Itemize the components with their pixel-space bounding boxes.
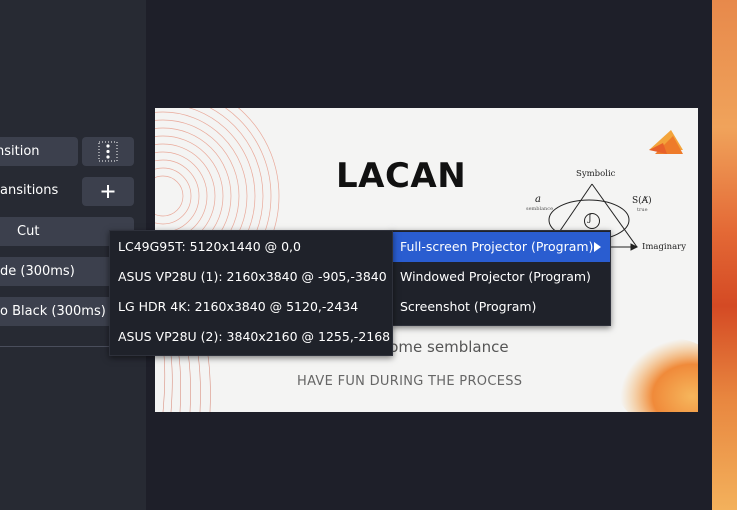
imaginary-label: Imaginary [642,242,687,252]
s-barred-a-label: S(A̸) [632,196,652,206]
monitor-menu-item[interactable]: LG HDR 4K: 2160x3840 @ 5120,-2434 [110,292,392,322]
slide-footer: HAVE FUN DURING THE PROCESS [297,374,523,389]
screenshot-label: Screenshot (Program) [400,299,537,314]
fullscreen-projector-label: Full-screen Projector (Program) [400,239,594,254]
plus-icon [101,185,115,198]
monitor-label: ASUS VP28U (2): 3840x2160 @ 1255,-2168 [118,329,391,344]
submenu-arrow-icon [594,242,601,252]
add-transition-plus-button[interactable] [82,177,134,206]
monitor-label: ASUS VP28U (1): 2160x3840 @ -905,-3840 [118,269,387,284]
screenshot-menu-item[interactable]: Screenshot (Program) [392,292,610,322]
add-transition-button[interactable]: nsition [0,137,78,166]
cut-label: Cut [17,224,40,239]
orange-blob-decoration [615,338,698,412]
fade-black-label: o Black (300ms) [0,304,106,319]
monitor-menu-item[interactable]: LC49G95T: 5120x1440 @ 0,0 [110,232,392,262]
monitor-menu-item[interactable]: ASUS VP28U (1): 2160x3840 @ -905,-3840 [110,262,392,292]
desktop-background-strip [712,0,737,510]
fullscreen-projector-menu-item[interactable]: Full-screen Projector (Program) [392,232,610,262]
monitor-label: LC49G95T: 5120x1440 @ 0,0 [118,239,301,254]
projector-context-menu: Full-screen Projector (Program) Windowed… [391,230,611,326]
monitor-label: LG HDR 4K: 2160x3840 @ 5120,-2434 [118,299,359,314]
monitor-submenu: LC49G95T: 5120x1440 @ 0,0 ASUS VP28U (1)… [109,230,393,356]
monitor-menu-item[interactable]: ASUS VP28U (2): 3840x2160 @ 1255,-2168 [110,322,392,352]
true-small-label: true [637,207,648,213]
slide-title: LACAN [336,156,467,196]
semblance-small-label: semblance [526,206,554,212]
windowed-projector-menu-item[interactable]: Windowed Projector (Program) [392,262,610,292]
slide-subtitle: come semblance [381,338,509,356]
fade-label: de (300ms) [0,264,75,279]
symbolic-label: Symbolic [576,169,616,179]
j-label: J [588,214,592,224]
transition-properties-button[interactable] [82,137,134,166]
windowed-projector-label: Windowed Projector (Program) [400,269,591,284]
logo-icon [649,130,683,154]
transitions-label: ansitions [0,183,59,198]
a-label: a [535,194,541,205]
transition-label: nsition [0,144,40,159]
dots-vertical-icon [98,141,118,162]
